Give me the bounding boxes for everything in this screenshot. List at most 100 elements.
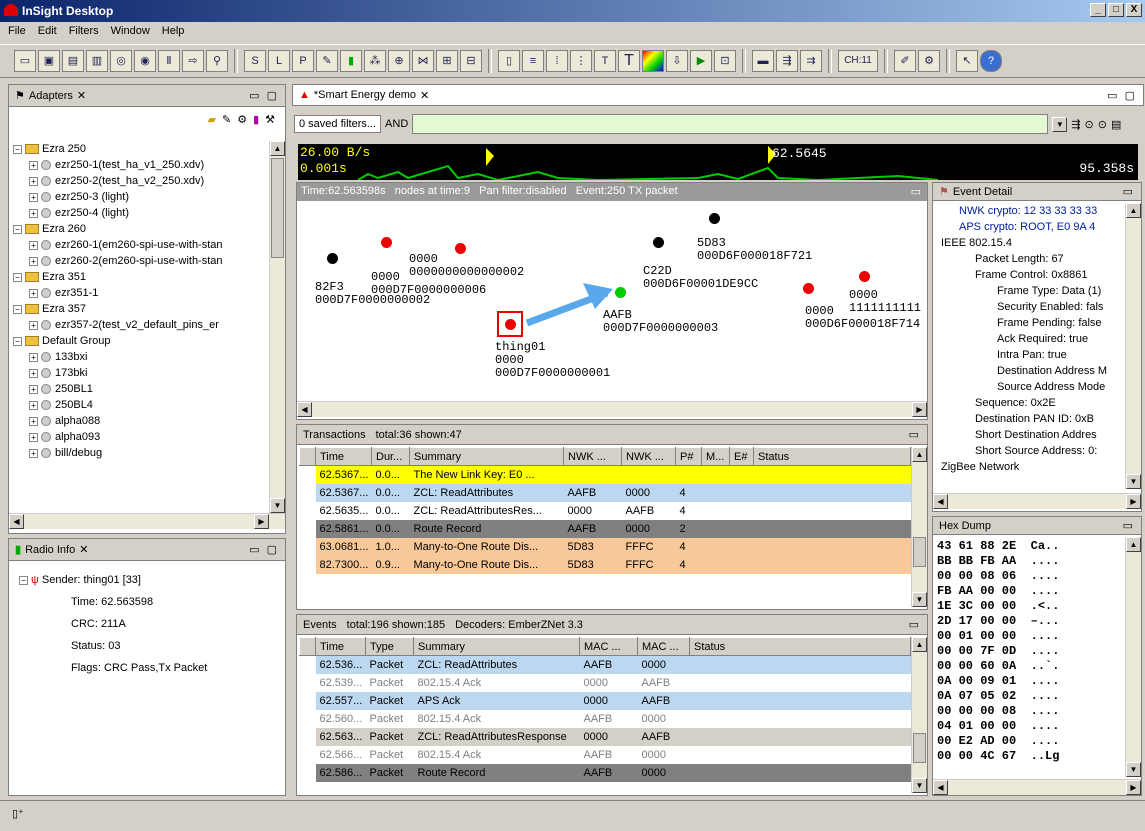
menu-window[interactable]: Window (111, 25, 150, 39)
network-node[interactable] (327, 253, 338, 264)
detail-row[interactable]: Packet Length: 67 (937, 251, 1123, 267)
detail-row[interactable]: Ack Required: true (937, 331, 1123, 347)
adapter-item[interactable]: + bill/debug (13, 445, 269, 461)
text-large-icon[interactable]: T (618, 50, 640, 72)
minimize-button[interactable]: _ (1090, 3, 1106, 17)
expand-icon[interactable]: + (29, 320, 38, 330)
zoom-in-icon[interactable]: ⊞ (436, 50, 458, 72)
detail-row[interactable]: Intra Pan: true (937, 347, 1123, 363)
table-row[interactable]: 62.5367... 0.0... The New Link Key: E0 ... (299, 465, 911, 484)
saved-filters-button[interactable]: 0 saved filters... (294, 115, 382, 133)
new-folder-icon[interactable]: ▰ (208, 113, 216, 131)
expand-icon[interactable]: + (29, 192, 38, 202)
collapse-icon[interactable]: − (13, 144, 22, 154)
network-node[interactable] (381, 237, 392, 248)
map-canvas[interactable]: 82F3 000D7F0000000002 0000 000D7F00000000… (297, 201, 927, 399)
column-header[interactable]: NWK ... (621, 447, 676, 466)
network-node[interactable] (653, 237, 664, 248)
maximize-icon[interactable]: ▭ (909, 618, 921, 631)
close-button[interactable]: X (1126, 3, 1142, 17)
close-icon[interactable]: ✕ (79, 543, 88, 556)
editor-tab[interactable]: ▲ *Smart Energy demo ✕ ▭ ▢ (292, 84, 1144, 106)
events-scrollbar[interactable]: ▲ ▼ (911, 637, 927, 793)
adapter-item[interactable]: +250BL1 (13, 381, 269, 397)
chart-icon[interactable]: ▮ (253, 113, 259, 131)
channel-button[interactable]: CH:11 (838, 50, 878, 72)
download-icon[interactable]: ⇩ (666, 50, 688, 72)
table-row[interactable]: 62.5861... 0.0... Route Record AAFB 0000 2 (299, 519, 911, 538)
transactions-scrollbar[interactable]: ▲ ▼ (911, 447, 927, 607)
table-row[interactable]: 62.536... Packet ZCL: ReadAttributes AAFB 00… (299, 655, 911, 674)
detail-row[interactable]: Destination Address M (937, 363, 1123, 379)
network-node[interactable] (505, 319, 516, 330)
open-icon[interactable]: ▭ (14, 50, 36, 72)
radio-info-tab[interactable]: ▮ Radio Info ✕ ▭ ▢ (9, 539, 285, 561)
detail-row[interactable]: Short Destination Addres (937, 427, 1123, 443)
column-header[interactable]: Type (365, 637, 414, 656)
zoom-out-icon[interactable]: ⊟ (460, 50, 482, 72)
minmax-icon[interactable]: ▭ ▢ (249, 89, 279, 102)
detail-row[interactable]: Sequence: 0x2E (937, 395, 1123, 411)
adapter-item[interactable]: + ezr250-2(test_ha_v2_250.xdv) (13, 173, 269, 189)
expand-icon[interactable]: + (29, 384, 38, 394)
color-icon[interactable] (642, 50, 664, 72)
maximize-icon[interactable]: ▭ (911, 185, 921, 198)
adapter-group[interactable]: − Ezra 260 (13, 221, 269, 237)
menu-edit[interactable]: Edit (38, 25, 57, 39)
record-icon[interactable]: ◎ (110, 50, 132, 72)
maximize-icon[interactable]: ▭ (1123, 185, 1135, 198)
table-row[interactable]: 62.539... Packet 802.15.4 Ack 0000 AAFB (299, 673, 911, 692)
merge-icon[interactable]: ⇉ (800, 50, 822, 72)
table-row[interactable]: 63.0681... 1.0... Many-to-One Route Dis...… (299, 537, 911, 556)
adapter-item[interactable]: +133bxi (13, 349, 269, 365)
expand-icon[interactable]: + (29, 400, 38, 410)
expand-icon[interactable]: + (29, 432, 38, 442)
column-header[interactable]: MAC ... (579, 637, 638, 656)
minmax-icon[interactable]: ▭ ▢ (1107, 89, 1137, 102)
settings-icon[interactable]: ⚙ (918, 50, 940, 72)
table-row[interactable]: 62.557... Packet APS Ack 0000 AAFB (299, 691, 911, 710)
target-icon[interactable]: ⊕ (388, 50, 410, 72)
adapter-item[interactable]: + alpha088 (13, 413, 269, 429)
adapter-tree-scrollbar[interactable]: ▲ ▼ (269, 141, 285, 513)
close-icon[interactable]: ✕ (77, 89, 86, 102)
help-cursor-icon[interactable]: ↖ (956, 50, 978, 72)
play-icon[interactable]: ▶ (690, 50, 712, 72)
forward-icon[interactable]: ⇨ (182, 50, 204, 72)
expand-icon[interactable]: + (29, 288, 38, 298)
help-icon[interactable]: ? (980, 50, 1002, 72)
detail-row[interactable]: Destination PAN ID: 0xB (937, 411, 1123, 427)
adapter-group[interactable]: − Default Group (13, 333, 269, 349)
table-row[interactable]: 62.586... Packet Route Record AAFB 0000 (299, 763, 911, 782)
pencil-icon[interactable]: ✎ (316, 50, 338, 72)
maximize-icon[interactable]: ▭ (909, 428, 921, 441)
capture-icon[interactable]: ◉ (134, 50, 156, 72)
tools-icon[interactable]: ✐ (894, 50, 916, 72)
layout-icon[interactable]: ⊡ (714, 50, 736, 72)
tool-icon[interactable]: ⚒ (265, 113, 275, 131)
table-row[interactable]: 62.5635... 0.0... ZCL: ReadAttributesRes..… (299, 501, 911, 520)
network-icon[interactable]: ⁂ (364, 50, 386, 72)
adapter-group[interactable]: − Ezra 351 (13, 269, 269, 285)
adapter-item[interactable]: + ezr357-2(test_v2_default_pins_er (13, 317, 269, 333)
save-icon[interactable]: ▣ (38, 50, 60, 72)
detail-row[interactable]: Frame Control: 0x8861 (937, 267, 1123, 283)
network-node[interactable] (803, 283, 814, 294)
radio-sender-row[interactable]: − ψ Sender: thing01 [33] (19, 569, 275, 591)
menu-file[interactable]: File (8, 25, 26, 39)
table-row[interactable]: 62.566... Packet 802.15.4 Ack AAFB 0000 (299, 745, 911, 764)
expand-icon[interactable]: + (29, 368, 38, 378)
column-header[interactable]: Dur... (371, 447, 410, 466)
expand-icon[interactable]: + (29, 256, 38, 266)
column-header[interactable]: Status (689, 637, 911, 656)
column-header[interactable]: M... (701, 447, 730, 466)
adapter-group[interactable]: − Ezra 357 (13, 301, 269, 317)
adapter-item[interactable]: + ezr260-2(em260-spi-use-with-stan (13, 253, 269, 269)
filter-apply-icon[interactable]: ⇶ (1071, 118, 1080, 131)
column-header[interactable]: NWK ... (563, 447, 622, 466)
detail-row[interactable]: Frame Pending: false (937, 315, 1123, 331)
adapter-item[interactable]: + ezr260-1(em260-spi-use-with-stan (13, 237, 269, 253)
save-all-icon[interactable]: ▤ (62, 50, 84, 72)
pin-icon[interactable]: ⚲ (206, 50, 228, 72)
column-header[interactable]: Status (753, 447, 911, 466)
